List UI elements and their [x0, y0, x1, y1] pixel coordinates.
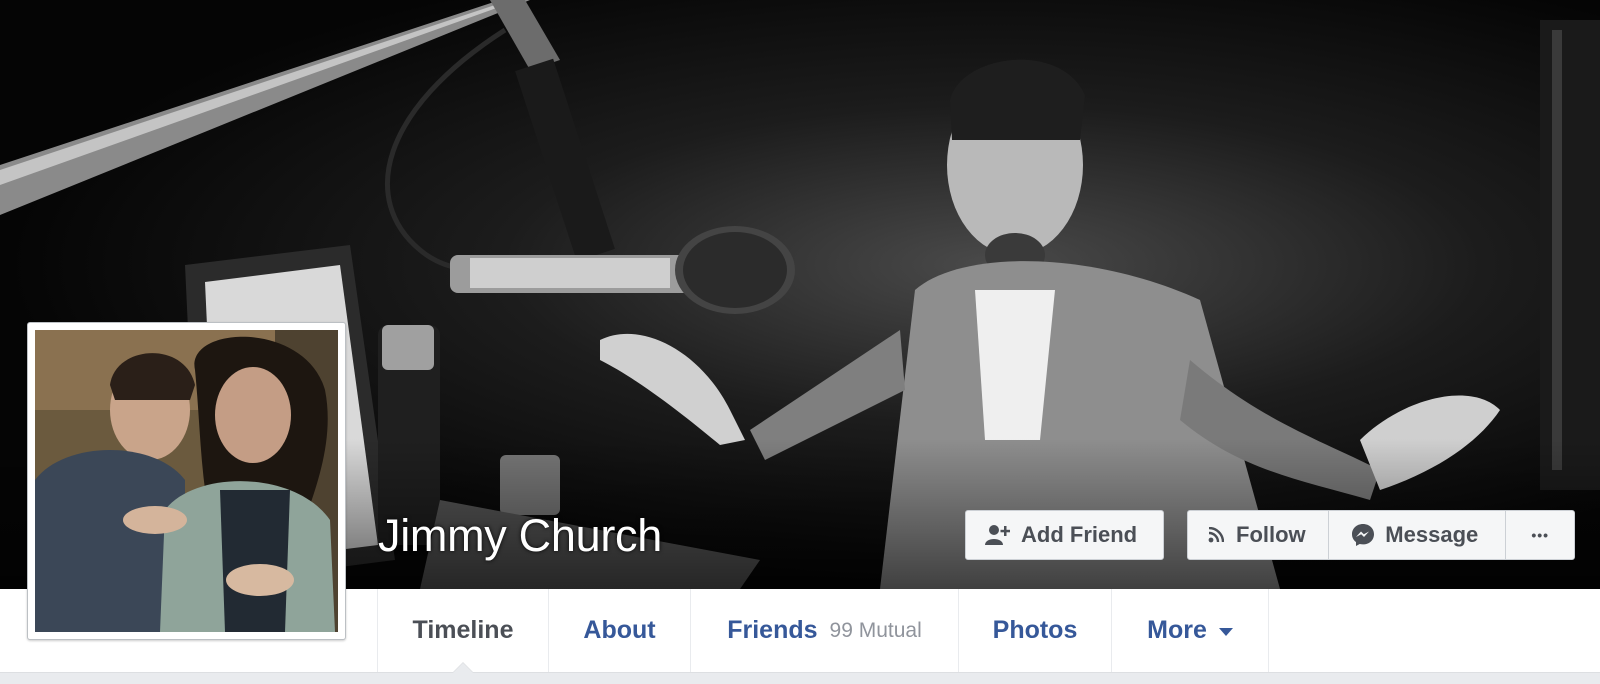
tab-about-label: About — [583, 616, 656, 644]
add-friend-label: Add Friend — [1021, 522, 1138, 547]
rss-follow-icon — [1208, 527, 1224, 543]
tab-photos[interactable]: Photos — [959, 589, 1112, 672]
profile-tabs: Timeline About Friends 99 Mutual Photos … — [377, 589, 1269, 673]
tab-photos-label: Photos — [992, 616, 1078, 644]
tab-timeline[interactable]: Timeline — [378, 589, 549, 673]
messenger-icon — [1351, 523, 1375, 547]
mutual-friends-count: 99 Mutual — [829, 618, 922, 642]
add-friend-icon — [985, 524, 1011, 546]
profile-name[interactable]: Jimmy Church — [378, 510, 662, 562]
tab-friends[interactable]: Friends 99 Mutual — [691, 589, 959, 672]
active-tab-indicator — [452, 662, 474, 673]
follow-button[interactable]: Follow — [1188, 511, 1330, 559]
profile-picture[interactable] — [27, 322, 346, 640]
more-options-button[interactable]: ••• — [1506, 511, 1574, 559]
ellipsis-icon: ••• — [1531, 527, 1550, 543]
message-button[interactable]: Message — [1329, 511, 1507, 559]
caret-down-icon — [1218, 628, 1233, 636]
tab-more[interactable]: More — [1112, 589, 1269, 672]
profile-actions-group: Follow Message ••• — [1187, 510, 1575, 560]
tab-about[interactable]: About — [549, 589, 691, 672]
add-friend-button[interactable]: Add Friend — [965, 510, 1164, 560]
tab-timeline-label: Timeline — [412, 616, 514, 644]
profile-picture-image — [35, 330, 338, 632]
message-label: Message — [1385, 522, 1479, 547]
follow-label: Follow — [1236, 522, 1306, 547]
tab-more-label: More — [1147, 616, 1207, 644]
tab-friends-label: Friends — [727, 616, 818, 644]
